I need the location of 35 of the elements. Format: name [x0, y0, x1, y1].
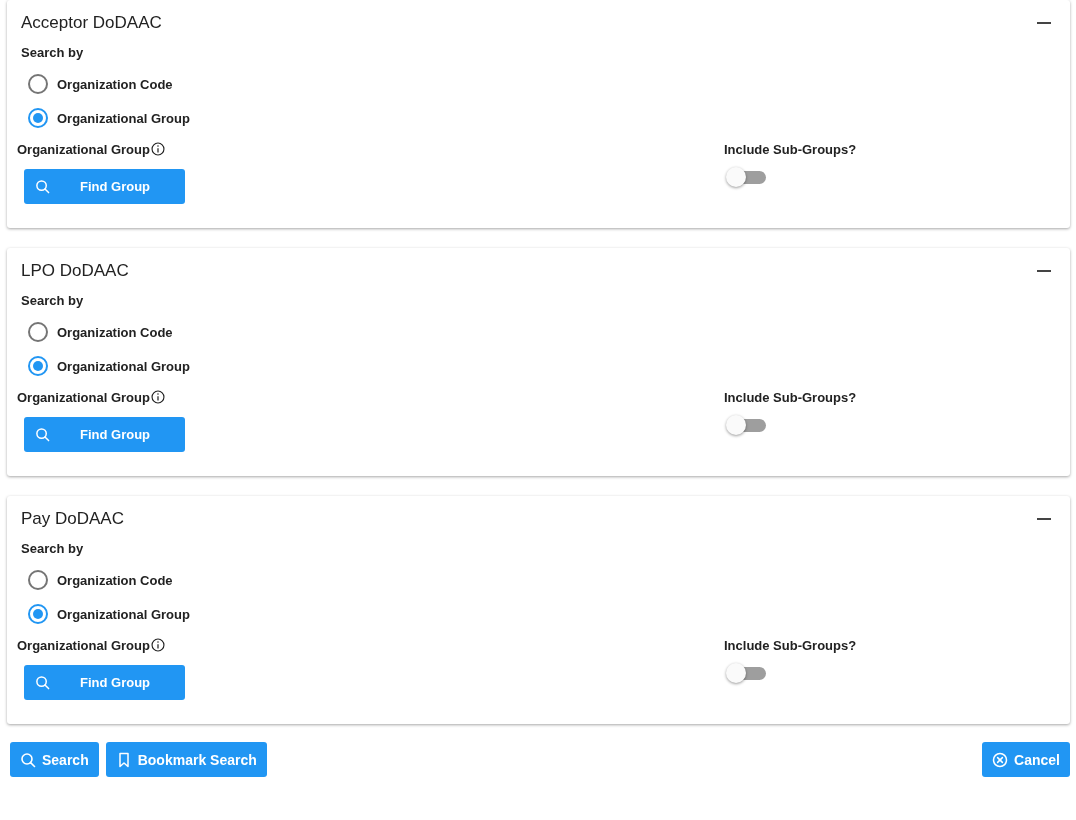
panel-title: Pay DoDAAC [21, 509, 124, 529]
search-icon [35, 179, 50, 194]
radio-label[interactable]: Organizational Group [57, 110, 190, 126]
field-label: Organizational Group [17, 389, 150, 405]
radio-label[interactable]: Organizational Group [57, 606, 190, 622]
toggle-switch[interactable] [724, 661, 768, 685]
toggle-switch[interactable] [724, 413, 768, 437]
radio-label[interactable]: Organization Code [57, 324, 173, 340]
radio-label[interactable]: Organization Code [57, 572, 173, 588]
field-label: Organizational Group [17, 637, 150, 653]
field-label: Organizational Group [17, 141, 150, 157]
panel-title: Acceptor DoDAAC [21, 13, 162, 33]
field-label: Search by [21, 541, 85, 558]
radio-button[interactable] [28, 356, 48, 376]
radio-button[interactable] [28, 570, 48, 590]
radio-label[interactable]: Organization Code [57, 76, 173, 92]
info-icon [150, 638, 165, 652]
radio-button[interactable] [28, 108, 48, 128]
search-icon [35, 427, 50, 442]
cancel-icon [992, 751, 1009, 768]
field-label: Search by [21, 45, 85, 62]
toggle-label: Include Sub-Groups? [724, 140, 858, 159]
search-icon [20, 751, 36, 768]
radio-label[interactable]: Organizational Group [57, 358, 190, 374]
panel-title: LPO DoDAAC [21, 261, 129, 281]
info-icon [150, 142, 165, 156]
radio-button[interactable] [28, 604, 48, 624]
toggle-label: Include Sub-Groups? [724, 636, 858, 655]
toggle-label: Include Sub-Groups? [724, 388, 858, 407]
info-icon [150, 390, 165, 404]
search-icon [35, 675, 50, 690]
field-label: Search by [21, 293, 85, 310]
toggle-switch[interactable] [724, 165, 768, 189]
radio-button[interactable] [28, 322, 48, 342]
radio-button[interactable] [28, 74, 48, 94]
